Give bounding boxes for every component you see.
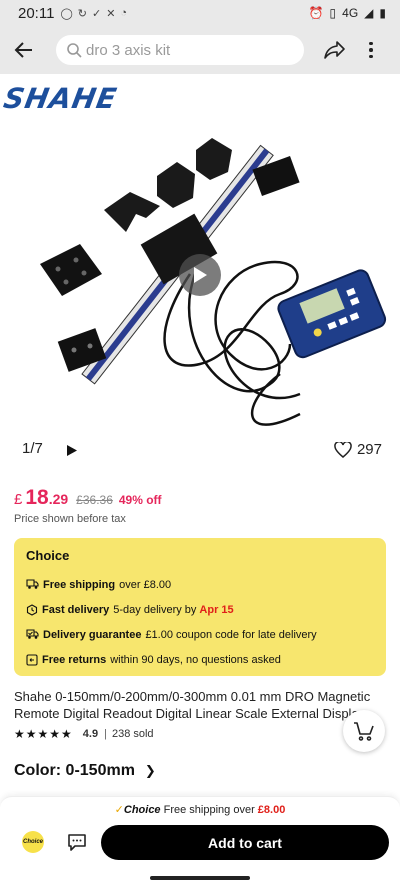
free-returns-line: Free returns within 90 days, no question…: [26, 647, 374, 672]
alarm-icon: ⏰: [308, 6, 324, 20]
rating-value: 4.9: [82, 728, 99, 740]
star-rating-icon: ★★★★★: [14, 727, 73, 741]
display-unit: [277, 269, 387, 359]
choice-line-title: Delivery guarantee: [43, 628, 142, 641]
play-icon[interactable]: [66, 444, 78, 457]
add-to-cart-button[interactable]: Add to cart: [101, 825, 389, 860]
message-button[interactable]: [67, 833, 87, 857]
vibrate-icon: ▯: [329, 6, 337, 20]
product-title-line: Remote Digital Readout Digital Linear Sc…: [14, 706, 366, 721]
search-icon: [67, 43, 82, 58]
share-button[interactable]: [322, 37, 348, 63]
price-decimals: .29: [48, 491, 69, 507]
color-label: Color: 0-150mm: [14, 762, 135, 779]
status-right: ⏰ ▯ 4G ◢ ▮: [309, 6, 386, 20]
heart-icon: [334, 441, 352, 458]
banner-text: Free shipping over: [163, 804, 255, 816]
system-nav-bar: [0, 866, 400, 889]
choice-title: Choice: [26, 548, 70, 563]
fast-delivery-line: Fast delivery 5-day delivery by Apr 15: [26, 597, 374, 622]
choice-line-title: Fast delivery: [42, 603, 110, 616]
battery-icon: ▮: [379, 6, 386, 20]
color-selector[interactable]: Color: 0-150mm ❯: [14, 762, 156, 780]
banner-amount: £8.00: [257, 804, 286, 816]
price-row: £ 18 .29 £36.36 49% off: [14, 486, 162, 510]
choice-badge[interactable]: Choice: [22, 831, 44, 853]
image-counter: 1/7: [22, 440, 43, 457]
play-icon: [194, 267, 207, 283]
choice-line-text: within 90 days, no questions asked: [110, 653, 281, 666]
network-type: 4G: [342, 6, 359, 20]
search-input[interactable]: dro 3 axis kit: [56, 35, 304, 65]
wishlist-count: 297: [356, 441, 382, 458]
more-dot: [369, 48, 373, 52]
share-icon: [324, 41, 345, 59]
truck-check-icon: [26, 629, 39, 639]
back-button[interactable]: [10, 36, 38, 64]
cart-icon: [354, 722, 374, 741]
discount-badge: 49% off: [118, 493, 162, 507]
check-icon: ✓: [114, 804, 124, 816]
sync-icon: ↻: [77, 7, 87, 20]
choice-line-text: 5-day delivery by: [113, 603, 197, 616]
choice-line-title: Free returns: [42, 653, 107, 666]
separator: |: [104, 728, 107, 740]
chat-icon: [68, 834, 86, 851]
product-gallery[interactable]: SHAHE 1/7 297: [0, 74, 400, 476]
search-placeholder: dro 3 axis kit: [86, 41, 171, 59]
choice-line-text: over £8.00: [119, 578, 172, 591]
status-time: 20:11: [18, 4, 55, 22]
choice-line-text: £1.00 coupon code for late delivery: [145, 628, 317, 641]
sold-count: 238 sold: [111, 728, 154, 740]
truck-icon: [26, 579, 39, 589]
signal-icon: ◢: [364, 6, 374, 20]
return-icon: [26, 653, 38, 666]
missed-call-icon: ✕: [106, 7, 116, 20]
clock-icon: [26, 603, 38, 616]
product-title-line: Shahe 0-150mm/0-200mm/0-300mm 0.01 mm DR…: [14, 689, 371, 704]
free-shipping-line: Free shipping over £8.00: [26, 572, 374, 597]
top-bar: dro 3 axis kit: [0, 26, 400, 74]
shipping-banner: ✓Choice Free shipping over £8.00: [0, 803, 400, 816]
arrow-left-icon: [14, 42, 32, 58]
bottom-action-bar: ✓Choice Free shipping over £8.00 Choice …: [0, 796, 400, 866]
more-options-button[interactable]: [364, 37, 378, 63]
notification-icons: ◯ ↻ ✓ ✕ ◔: [60, 7, 127, 20]
delivery-date: Apr 15: [199, 603, 234, 616]
video-play-button[interactable]: [179, 254, 221, 296]
wishlist-button[interactable]: 297: [334, 441, 382, 458]
price-currency: £: [14, 491, 23, 508]
chevron-right-icon: ❯: [144, 763, 156, 778]
floating-cart-button[interactable]: [343, 710, 385, 752]
choice-line-title: Free shipping: [43, 578, 116, 591]
status-bar: 20:11 ◯ ↻ ✓ ✕ ◔ ⏰ ▯ 4G ◢ ▮: [0, 0, 400, 26]
brand-logo: SHAHE: [1, 82, 120, 115]
home-gesture-handle[interactable]: [150, 876, 250, 880]
whatsapp-icon: ◯: [60, 7, 73, 20]
choice-benefits-card[interactable]: Choice Free shipping over £8.00 Fast del…: [14, 538, 386, 676]
product-title[interactable]: Shahe 0-150mm/0-200mm/0-300mm 0.01 mm DR…: [14, 688, 394, 722]
banner-choice: Choice: [123, 804, 161, 816]
wifi-icon: ◔: [120, 7, 128, 19]
check-icon: ✓: [91, 7, 102, 20]
tax-note: Price shown before tax: [14, 513, 126, 525]
more-dot: [369, 41, 373, 46]
rating-row[interactable]: ★★★★★ 4.9 | 238 sold: [14, 727, 154, 741]
price-integer: 18: [25, 486, 49, 509]
more-dot: [369, 54, 373, 59]
original-price: £36.36: [76, 493, 113, 507]
delivery-guarantee-line: Delivery guarantee £1.00 coupon code for…: [26, 622, 374, 647]
